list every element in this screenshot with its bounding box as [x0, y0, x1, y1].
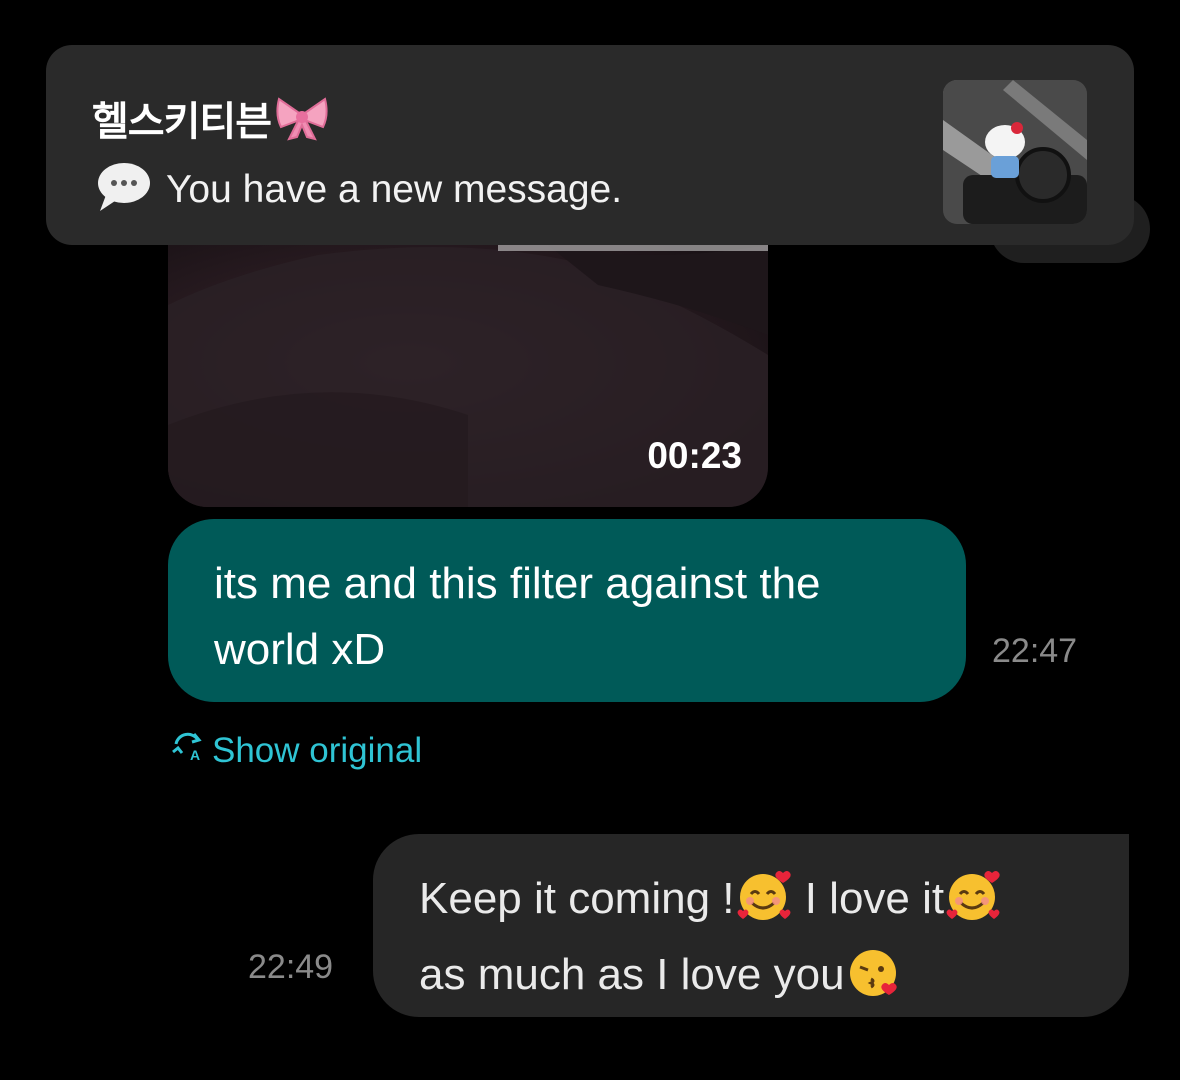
show-original-label: Show original	[212, 730, 423, 770]
received-text-part: Keep it coming !	[419, 874, 735, 923]
received-text-part: as much as I love you	[419, 950, 845, 999]
notification-banner[interactable]: 헬스키티븐 You have a new message.	[46, 45, 1134, 245]
received-message-time: 22:49	[248, 948, 334, 986]
received-text-part: I love it	[792, 874, 945, 923]
video-message[interactable]: 00:23	[168, 245, 768, 507]
notification-message: You have a new message.	[166, 167, 623, 211]
translate-icon: A	[170, 730, 206, 771]
video-duration: 00:23	[647, 435, 742, 476]
notification-thumbnail	[943, 80, 1087, 224]
sender-name: 헬스키티븐	[92, 99, 272, 145]
received-message-bubble[interactable]: Keep it coming ! I love it as much as I …	[373, 834, 1129, 1017]
face-blowing-kiss-icon	[845, 943, 903, 1018]
notification-sender: 헬스키티븐	[92, 89, 329, 151]
smiling-face-with-hearts-icon	[735, 867, 793, 942]
notification-body: You have a new message.	[96, 161, 622, 218]
received-message-text: Keep it coming ! I love it as much as I …	[419, 866, 1099, 1018]
smiling-face-with-hearts-icon	[944, 867, 1002, 942]
svg-text:A: A	[190, 747, 200, 762]
sent-message-text: its me and this filter against the world…	[214, 559, 821, 674]
speech-bubble-icon	[96, 161, 152, 218]
show-original-link[interactable]: A Show original	[170, 730, 422, 771]
sent-message-bubble[interactable]: its me and this filter against the world…	[168, 519, 966, 702]
ribbon-bow-icon	[275, 95, 329, 151]
sent-message-time: 22:47	[992, 632, 1078, 670]
